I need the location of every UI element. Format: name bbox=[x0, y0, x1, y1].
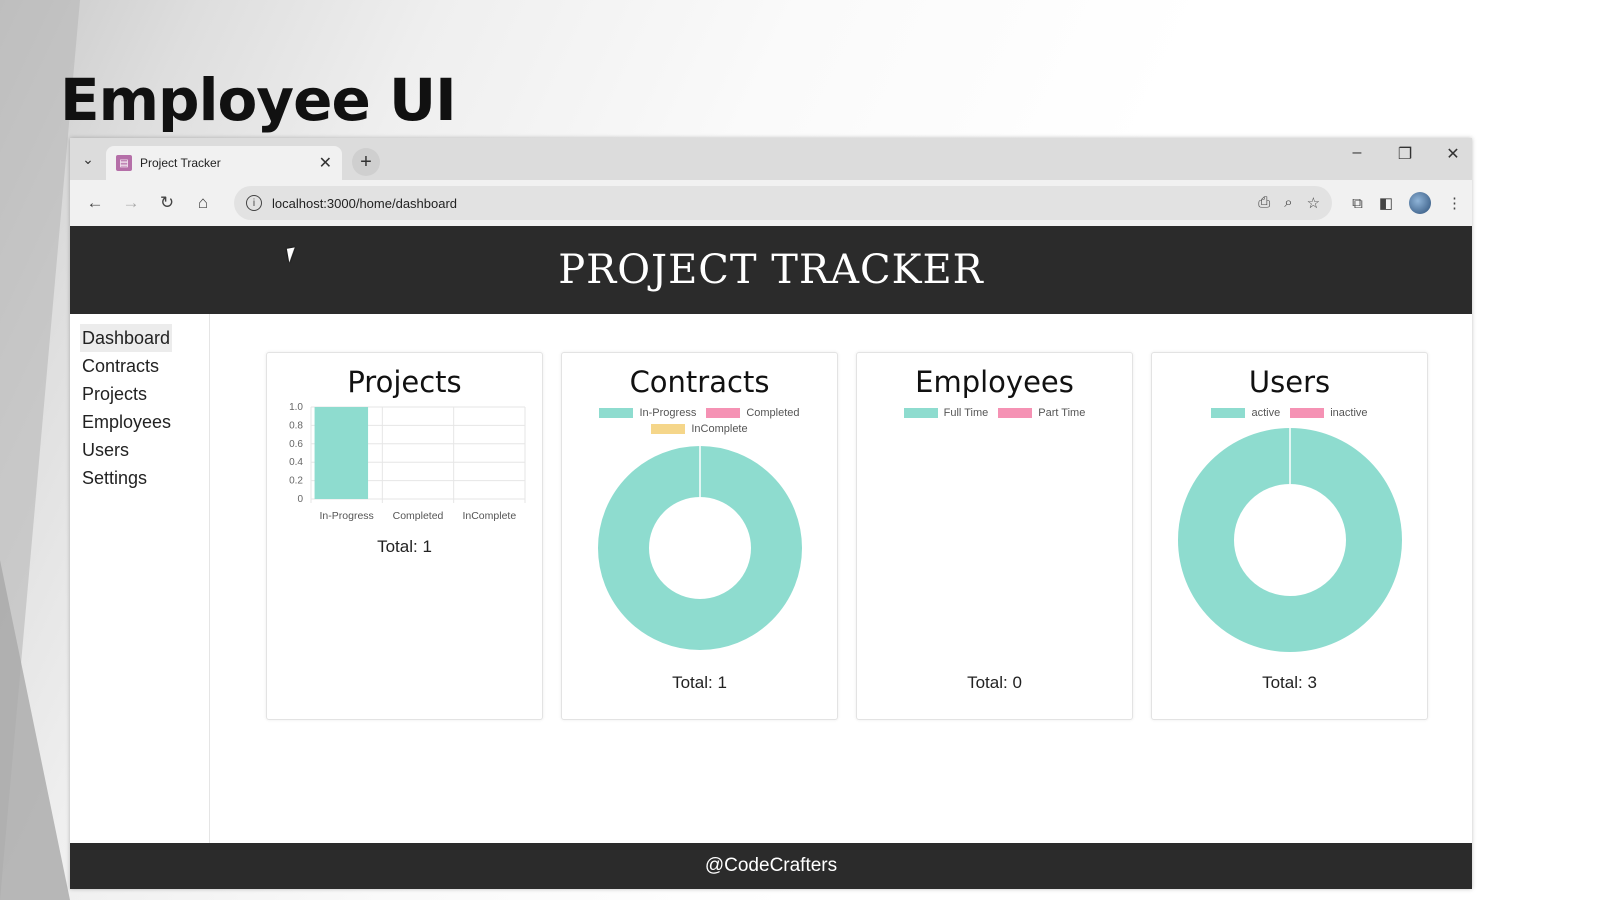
dashboard-main: Projects 1.0 0.8 0.6 0.4 0.2 0 In-Progress Comp… bbox=[210, 314, 1472, 843]
legend-label: In-Progress bbox=[639, 407, 697, 419]
legend-swatch bbox=[998, 408, 1033, 418]
tab-title: Project Tracker bbox=[140, 156, 221, 170]
sidebar-item-dashboard[interactable]: Dashboard bbox=[80, 324, 173, 352]
install-app-icon[interactable]: ⎙ bbox=[1258, 194, 1270, 212]
y-tick-label: 0.2 bbox=[289, 476, 303, 487]
legend-label: Part Time bbox=[1038, 407, 1086, 419]
close-window-icon[interactable]: ✕ bbox=[1442, 144, 1464, 164]
forward-icon[interactable]: → bbox=[116, 188, 146, 218]
browser-window: ⌄ ▤ Project Tracker ✕ + – ❐ ✕ ← → ↻ ⌂ i … bbox=[70, 138, 1472, 889]
window-controls: – ❐ ✕ bbox=[1346, 144, 1464, 164]
legend-label: Full Time bbox=[943, 407, 989, 419]
sidebar-item-projects[interactable]: Projects bbox=[80, 380, 149, 408]
back-icon[interactable]: ← bbox=[80, 188, 110, 218]
legend-item[interactable]: Part Time bbox=[998, 407, 1085, 419]
bookmark-star-icon[interactable]: ☆ bbox=[1307, 194, 1320, 212]
minimize-icon[interactable]: – bbox=[1346, 144, 1368, 164]
legend-swatch bbox=[599, 408, 634, 418]
legend-label: Completed bbox=[746, 407, 800, 419]
legend-label: inactive bbox=[1330, 407, 1368, 419]
y-tick-label: 1.0 bbox=[289, 402, 303, 413]
bar[interactable] bbox=[314, 407, 368, 499]
app-title: PROJECT TRACKER bbox=[558, 247, 984, 293]
users-donut-chart bbox=[1177, 428, 1402, 652]
close-tab-icon[interactable]: ✕ bbox=[319, 153, 332, 173]
x-tick-label: Completed bbox=[392, 510, 443, 522]
legend-item[interactable]: In-Progress bbox=[599, 407, 696, 419]
legend-label: InComplete bbox=[691, 423, 748, 435]
projects-bar-chart: 1.0 0.8 0.6 0.4 0.2 0 In-Progress Completed InCo… bbox=[289, 402, 525, 522]
x-tick-label: InComplete bbox=[462, 510, 516, 522]
home-icon[interactable]: ⌂ bbox=[188, 188, 218, 218]
app-footer: @CodeCrafters bbox=[70, 843, 1472, 889]
employees-card: Employees Full Time Part Time Total: 0 bbox=[856, 352, 1133, 720]
new-tab-button[interactable]: + bbox=[352, 148, 380, 176]
favicon-icon: ▤ bbox=[116, 155, 132, 171]
legend-label: active bbox=[1251, 407, 1281, 419]
legend-swatch bbox=[1290, 408, 1325, 418]
tab-strip: ⌄ ▤ Project Tracker ✕ + – ❐ ✕ bbox=[70, 138, 1472, 180]
profile-avatar[interactable] bbox=[1409, 192, 1431, 214]
legend-swatch bbox=[1211, 408, 1246, 418]
app-header: PROJECT TRACKER bbox=[70, 226, 1472, 314]
browser-tab[interactable]: ▤ Project Tracker ✕ bbox=[106, 146, 342, 180]
sidebar: Dashboard Contracts Projects Employees U… bbox=[70, 314, 210, 843]
legend-item[interactable]: inactive bbox=[1290, 407, 1368, 419]
chart-legend: Full Time Part Time bbox=[880, 407, 1110, 419]
y-tick-label: 0.4 bbox=[289, 457, 303, 468]
sidebar-item-employees[interactable]: Employees bbox=[80, 408, 173, 436]
web-page: PROJECT TRACKER Dashboard Contracts Proj… bbox=[70, 226, 1472, 889]
zoom-icon[interactable]: ⌕ bbox=[1284, 194, 1292, 212]
site-info-icon[interactable]: i bbox=[246, 195, 262, 211]
slide-decoration bbox=[0, 560, 70, 900]
sidebar-item-contracts[interactable]: Contracts bbox=[80, 352, 161, 380]
slide-title: Employee UI bbox=[60, 66, 457, 134]
app-body: Dashboard Contracts Projects Employees U… bbox=[70, 314, 1472, 843]
contracts-card: Contracts In-Progress Completed InComple… bbox=[561, 352, 838, 720]
menu-kebab-icon[interactable]: ⋮ bbox=[1447, 194, 1462, 212]
projects-card: Projects 1.0 0.8 0.6 0.4 0.2 0 In-Progress Comp… bbox=[266, 352, 543, 720]
contracts-donut-chart bbox=[597, 446, 802, 650]
card-title: Contracts bbox=[629, 365, 770, 399]
legend-item[interactable]: InComplete bbox=[651, 423, 748, 435]
sidebar-item-settings[interactable]: Settings bbox=[80, 464, 149, 492]
tab-search-icon[interactable]: ⌄ bbox=[70, 138, 106, 180]
card-total: Total: 0 bbox=[967, 673, 1022, 692]
url-text[interactable]: localhost:3000/home/dashboard bbox=[272, 196, 1248, 211]
legend-swatch bbox=[651, 424, 686, 434]
card-total: Total: 1 bbox=[377, 537, 432, 556]
chart-legend: In-Progress Completed InComplete bbox=[585, 407, 815, 435]
mouse-cursor-icon bbox=[286, 247, 298, 263]
legend-item[interactable]: Full Time bbox=[903, 407, 989, 419]
y-tick-label: 0.8 bbox=[289, 420, 303, 431]
chart-legend: active inactive bbox=[1175, 407, 1405, 419]
card-total: Total: 1 bbox=[672, 673, 727, 692]
legend-item[interactable]: Completed bbox=[706, 407, 800, 419]
browser-toolbar: ← → ↻ ⌂ i localhost:3000/home/dashboard … bbox=[70, 180, 1472, 226]
side-panel-icon[interactable]: ◧ bbox=[1379, 194, 1393, 212]
legend-swatch bbox=[706, 408, 741, 418]
y-tick-label: 0.6 bbox=[289, 439, 303, 450]
y-tick-label: 0 bbox=[297, 494, 303, 505]
card-title: Employees bbox=[915, 365, 1074, 399]
restore-icon[interactable]: ❐ bbox=[1394, 144, 1416, 164]
card-title: Projects bbox=[347, 365, 462, 399]
employees-donut-chart bbox=[880, 427, 1110, 657]
card-total: Total: 3 bbox=[1262, 673, 1317, 692]
sidebar-item-users[interactable]: Users bbox=[80, 436, 131, 464]
users-card: Users active inactive Total: 3 bbox=[1151, 352, 1428, 720]
address-bar[interactable]: i localhost:3000/home/dashboard ⎙ ⌕ ☆ bbox=[234, 186, 1333, 220]
legend-item[interactable]: active bbox=[1211, 407, 1280, 419]
reload-icon[interactable]: ↻ bbox=[152, 188, 182, 218]
x-tick-label: In-Progress bbox=[319, 510, 373, 522]
legend-swatch bbox=[903, 408, 938, 418]
card-title: Users bbox=[1248, 365, 1331, 399]
extensions-icon[interactable]: ⧉ bbox=[1352, 195, 1363, 212]
